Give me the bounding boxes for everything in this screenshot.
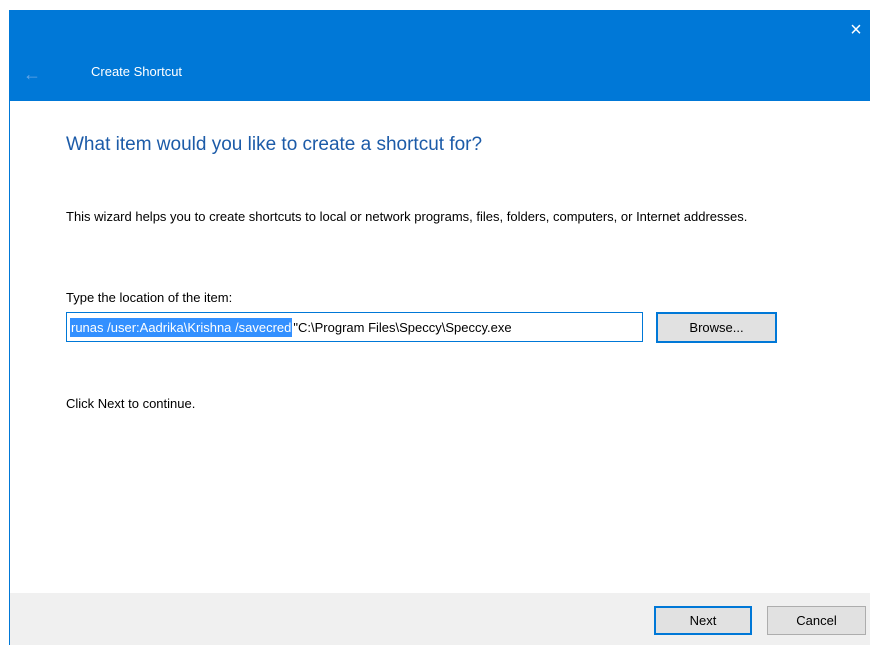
page-heading: What item would you like to create a sho… (66, 134, 483, 155)
cancel-button[interactable]: Cancel (767, 606, 866, 635)
location-input[interactable]: runas /user:Aadrika\Krishna /savecred "C… (66, 312, 643, 342)
selected-text: runas /user:Aadrika\Krishna /savecred (70, 317, 293, 337)
browse-button[interactable]: Browse... (656, 312, 777, 343)
continue-hint: Click Next to continue. (66, 396, 196, 411)
wizard-description: This wizard helps you to create shortcut… (66, 209, 748, 224)
unselected-text: "C:\Program Files\Speccy\Speccy.exe (293, 319, 512, 335)
title-bar: × ← Create Shortcut (10, 10, 870, 101)
create-shortcut-dialog: × ← Create Shortcut What item would you … (9, 10, 870, 645)
back-arrow-icon[interactable]: ← (20, 62, 44, 86)
window-title: Create Shortcut (91, 64, 183, 79)
location-label: Type the location of the item: (66, 290, 233, 305)
next-button[interactable]: Next (654, 606, 752, 635)
close-icon[interactable]: × (841, 10, 870, 50)
